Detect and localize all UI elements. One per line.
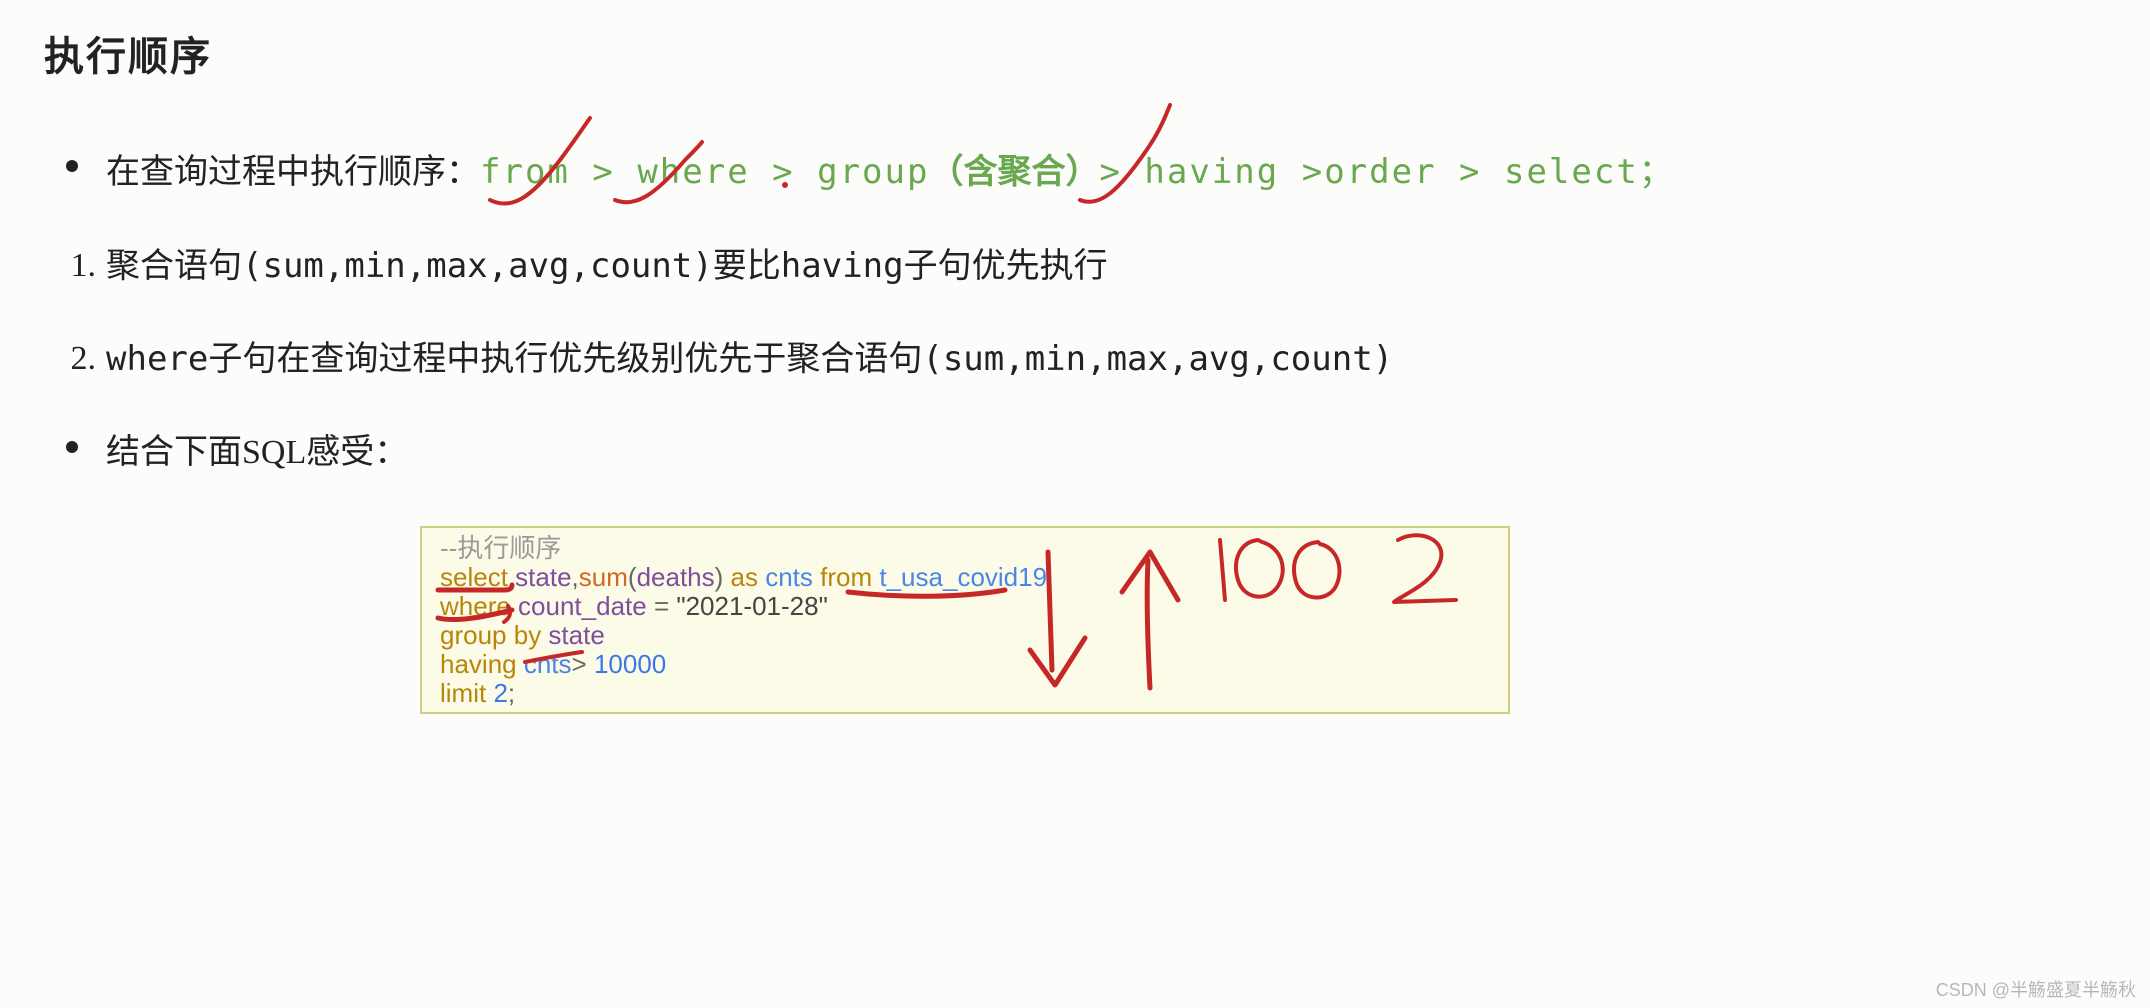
kw-select: select；: [1504, 152, 1675, 192]
gt: >: [1279, 152, 1324, 192]
gt: >: [570, 152, 637, 192]
code-line-select: select state,sum(deaths) as cnts from t_…: [440, 563, 1490, 592]
marker-2: 2.: [62, 327, 96, 392]
numbered-item-1: 1. 聚合语句(sum,min,max,avg,count)要比having子句…: [66, 234, 1675, 300]
kw-order: order: [1324, 152, 1436, 192]
gt: >: [1437, 152, 1504, 192]
item1-text: 聚合语句(sum,min,max,avg,count)要比having子句优先执…: [106, 246, 1108, 286]
gt: >: [1099, 152, 1144, 192]
code-comment: --执行顺序: [440, 534, 1490, 563]
content-list: 在查询过程中执行顺序：from > where > group（含聚合）> ha…: [66, 140, 1675, 513]
kw-having: having: [1144, 152, 1279, 192]
intro-text: 在查询过程中执行顺序：: [106, 154, 480, 191]
kw-group: group: [817, 152, 929, 192]
paren-right: ）: [1065, 154, 1099, 191]
numbered-item-2: 2. where子句在查询过程中执行优先级别优先于聚合语句(sum,min,ma…: [66, 327, 1675, 393]
kw-where: where: [637, 152, 749, 192]
marker-1: 1.: [62, 234, 96, 299]
agg-text: 含聚合: [963, 154, 1065, 191]
section-heading: 执行顺序: [44, 24, 212, 82]
item2-text: where子句在查询过程中执行优先级别优先于聚合语句(sum,min,max,a…: [106, 339, 1393, 379]
code-line-having: having cnts> 10000: [440, 650, 1490, 679]
bullet-exec-order: 在查询过程中执行顺序：from > where > group（含聚合）> ha…: [66, 140, 1675, 206]
paren-left: （: [929, 154, 963, 191]
item3-text: 结合下面SQL感受：: [106, 434, 408, 471]
watermark-text: CSDN @半觞盛夏半觞秋: [1936, 976, 2136, 1002]
gt: >: [750, 152, 817, 192]
code-line-where: where count_date = "2021-01-28": [440, 592, 1490, 621]
bullet-sql-feel: 结合下面SQL感受：: [66, 421, 1675, 486]
code-line-limit: limit 2;: [440, 679, 1490, 708]
code-line-group: group by state: [440, 621, 1490, 650]
sql-code-box: --执行顺序 select state,sum(deaths) as cnts …: [420, 526, 1510, 714]
kw-from: from: [480, 152, 570, 192]
